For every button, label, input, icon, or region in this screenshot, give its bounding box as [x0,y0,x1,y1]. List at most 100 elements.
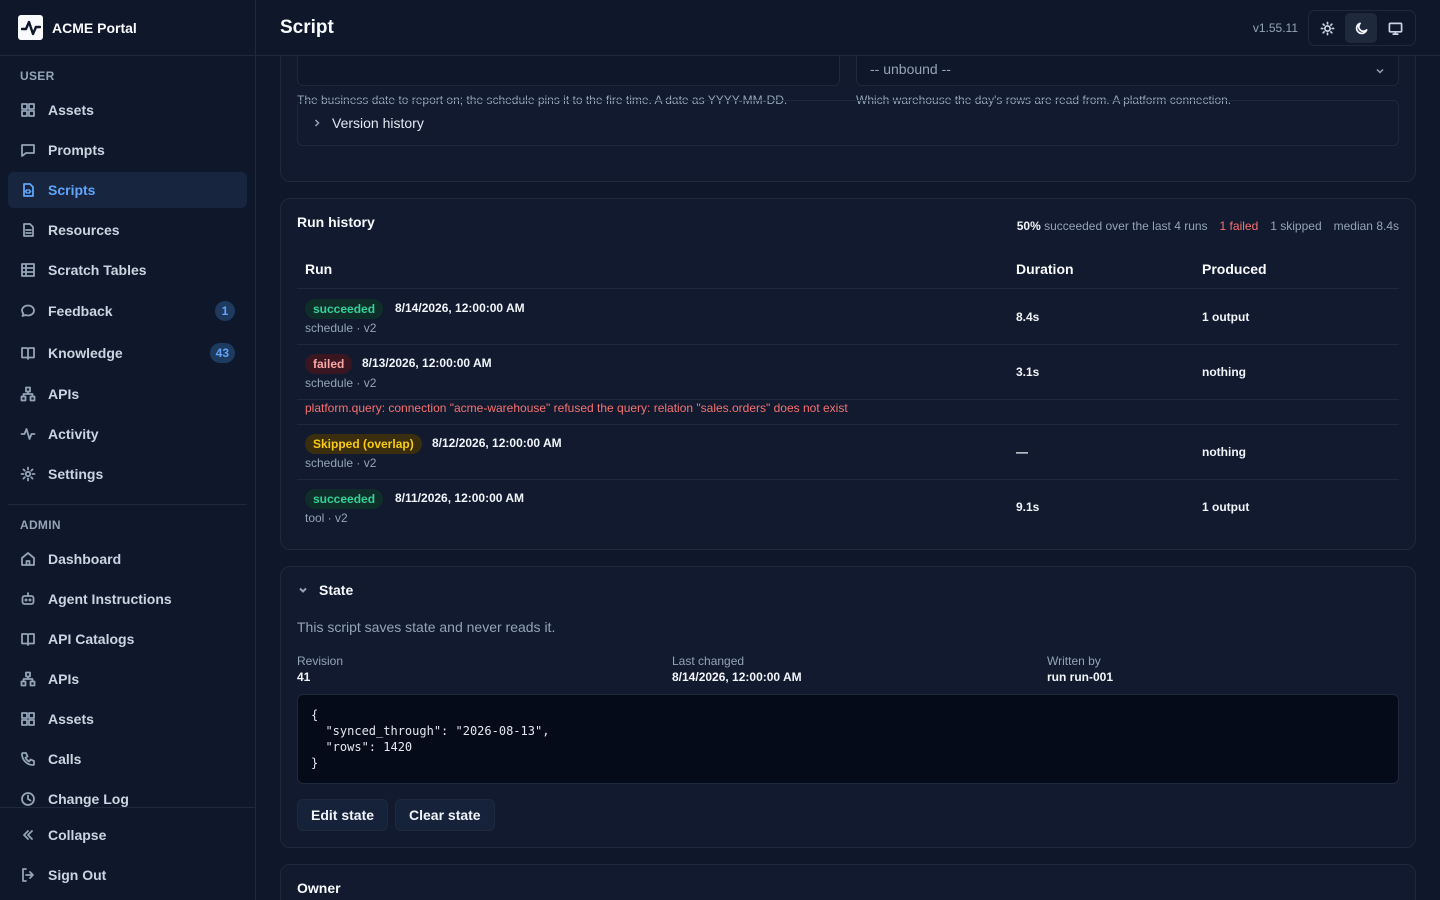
warehouse-select[interactable]: -- unbound -- [856,56,1399,86]
sidebar-item-activity[interactable]: Activity [8,416,247,452]
sidebar-item-label: Activity [48,426,99,442]
phone-icon [20,751,36,767]
sidebar-item-admin-apis[interactable]: APIs [8,661,247,697]
sign-out-label: Sign Out [48,867,107,883]
admin-section-label: ADMIN [20,518,61,532]
sign-out-button[interactable]: Sign Out [8,857,247,893]
sidebar-item-dashboard[interactable]: Dashboard [8,541,247,577]
run-date: 8/11/2026, 12:00:00 AM [395,491,524,505]
system-theme-button[interactable] [1379,13,1411,43]
sidebar-item-label: Scripts [48,182,96,198]
feedback-count-badge: 1 [215,301,235,321]
run-duration: — [1016,445,1028,459]
version-history-label: Version history [332,115,424,131]
sidebar-item-feedback[interactable]: Feedback 1 [8,293,247,329]
status-badge: succeeded [305,299,384,319]
light-theme-button[interactable] [1311,13,1343,43]
table-row[interactable]: failed 8/13/2026, 12:00:00 AM schedule ·… [297,345,1399,400]
sun-icon [1320,21,1334,35]
table-icon [20,262,36,278]
run-history-stats: 50% succeeded over the last 4 runs 1 fai… [1017,219,1399,233]
status-badge: failed [305,354,353,374]
run-date: 8/13/2026, 12:00:00 AM [362,356,492,370]
sidebar-item-label: Agent Instructions [48,591,172,607]
state-toggle[interactable]: State [297,582,353,598]
sidebar-item-label: Assets [48,102,94,118]
clock-icon [20,791,36,807]
dark-theme-button[interactable] [1345,13,1377,43]
table-row[interactable]: succeeded 8/14/2026, 12:00:00 AM schedul… [297,290,1399,345]
chevron-down-icon [299,587,307,593]
written-by-label: Written by [1047,654,1101,668]
script-icon [20,182,36,198]
chevron-down-icon [1374,64,1386,80]
sidebar-item-knowledge[interactable]: Knowledge 43 [8,335,247,371]
run-date: 8/14/2026, 12:00:00 AM [395,301,525,315]
run-history-card: Run history 50% succeeded over the last … [280,198,1416,550]
revision-value: 41 [297,670,311,684]
table-row[interactable]: Skipped (overlap) 8/12/2026, 12:00:00 AM… [297,425,1399,480]
state-json: { "synced_through": "2026-08-13", "rows"… [297,694,1399,784]
clear-state-button[interactable]: Clear state [395,799,495,831]
version-history-toggle[interactable]: Version history [297,100,1399,146]
sidebar-item-label: API Catalogs [48,631,135,647]
state-card: State This script saves state and never … [280,566,1416,848]
main-content: The business date to report on; the sche… [256,56,1440,900]
run-date: 8/12/2026, 12:00:00 AM [432,436,562,450]
file-icon [20,222,36,238]
sidebar-item-label: Scratch Tables [48,262,147,278]
sidebar-divider [8,504,247,505]
edit-state-button[interactable]: Edit state [297,799,389,831]
sidebar-item-label: Knowledge [48,345,123,361]
sidebar-item-label: Dashboard [48,551,122,567]
run-table-header: Run Duration Produced [297,247,1399,289]
bot-icon [20,591,36,607]
median-duration: median 8.4s [1333,219,1399,233]
sidebar-item-assets[interactable]: Assets [8,92,247,128]
sidebar-item-label: Feedback [48,303,113,319]
topbar: Script v1.55.11 [256,0,1440,56]
brand[interactable]: ACME Portal [0,0,255,56]
sidebar-item-resources[interactable]: Resources [8,212,247,248]
knowledge-count-badge: 43 [209,343,235,363]
success-text: succeeded over the last 4 runs [1044,219,1208,233]
sidebar-item-label: Settings [48,466,104,482]
run-duration: 9.1s [1016,500,1040,514]
parameters-card: The business date to report on; the sche… [280,56,1416,182]
collapse-label: Collapse [48,827,107,843]
sidebar-item-apis[interactable]: APIs [8,376,247,412]
chevrons-left-icon [20,827,36,843]
collapse-button[interactable]: Collapse [8,817,247,853]
run-meta: schedule · v2 [305,456,377,470]
sidebar-item-scripts[interactable]: Scripts [8,172,247,208]
sidebar-item-scratch-tables[interactable]: Scratch Tables [8,252,247,288]
status-badge: succeeded [305,489,384,509]
user-section-label: USER [20,69,55,83]
sidebar-item-label: Resources [48,222,120,238]
sidebar-item-calls[interactable]: Calls [8,741,247,777]
run-meta: schedule · v2 [305,321,377,335]
sidebar-item-api-catalogs[interactable]: API Catalogs [8,621,247,657]
owner-title: Owner [297,880,341,896]
network-icon [20,671,36,687]
sidebar-item-label: Change Log [48,791,129,807]
sidebar: ACME Portal USER Assets Prompts Scripts … [0,0,256,900]
sidebar-item-agent-instructions[interactable]: Agent Instructions [8,581,247,617]
run-duration: 3.1s [1016,365,1040,379]
run-produced: nothing [1202,445,1246,459]
column-run: Run [305,261,333,277]
run-produced: nothing [1202,365,1246,379]
sidebar-item-prompts[interactable]: Prompts [8,132,247,168]
success-rate: 50% [1016,219,1041,233]
sidebar-item-label: Assets [48,711,94,727]
owner-card: Owner [280,864,1416,900]
skipped-count: 1 skipped [1270,219,1322,233]
date-input[interactable] [297,56,840,86]
sidebar-item-label: APIs [48,386,80,402]
run-produced: 1 output [1202,500,1250,514]
sidebar-item-admin-assets[interactable]: Assets [8,701,247,737]
brand-name: ACME Portal [52,19,137,36]
table-row[interactable]: succeeded 8/11/2026, 12:00:00 AM tool · … [297,480,1399,535]
sidebar-item-settings[interactable]: Settings [8,456,247,492]
book-icon [20,631,36,647]
